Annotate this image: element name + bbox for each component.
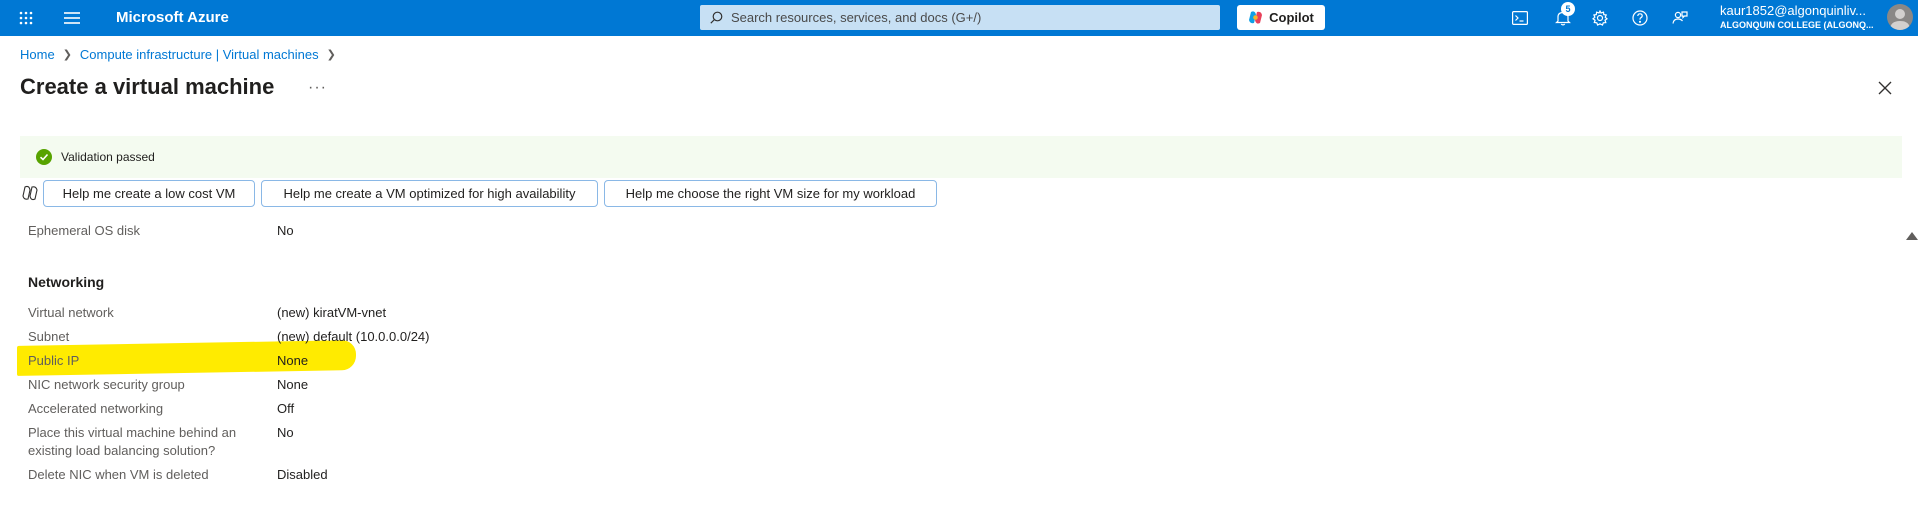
breadcrumb: Home ❯ Compute infrastructure | Virtual … xyxy=(20,47,336,62)
global-search[interactable] xyxy=(700,5,1220,30)
delete-nic-label: Delete NIC when VM is deleted xyxy=(28,467,209,482)
virtual-network-label: Virtual network xyxy=(28,305,114,320)
networking-section-title: Networking xyxy=(28,274,105,290)
cloud-shell-icon[interactable] xyxy=(1508,0,1532,36)
help-icon[interactable] xyxy=(1628,0,1652,36)
account-menu[interactable]: kaur1852@algonquinliv... ALGONQUIN COLLE… xyxy=(1720,3,1880,31)
chevron-right-icon: ❯ xyxy=(62,49,72,61)
page-title: Create a virtual machine xyxy=(20,74,275,99)
search-icon xyxy=(710,11,723,24)
accelerated-networking-label: Accelerated networking xyxy=(28,401,164,416)
copilot-prompt-icon xyxy=(21,184,39,202)
accelerated-networking-value: Off xyxy=(277,401,295,416)
validation-banner: Validation passed xyxy=(20,136,1902,178)
scrollbar-up-arrow-icon[interactable] xyxy=(1906,232,1918,240)
success-check-icon xyxy=(36,149,52,165)
chevron-right-icon: ❯ xyxy=(326,49,336,61)
feedback-icon[interactable] xyxy=(1668,0,1692,36)
load-balancer-label-line1: Place this virtual machine behind an xyxy=(28,425,237,440)
more-options-button[interactable]: ··· xyxy=(308,79,327,97)
load-balancer-label: Place this virtual machine behind an exi… xyxy=(28,424,236,460)
suggestion-low-cost-vm[interactable]: Help me create a low cost VM xyxy=(43,180,255,207)
breadcrumb-vm-link[interactable]: Compute infrastructure | Virtual machine… xyxy=(80,47,319,62)
subnet-label: Subnet xyxy=(28,329,70,344)
public-ip-label: Public IP xyxy=(28,353,80,368)
avatar[interactable] xyxy=(1887,4,1913,30)
suggestion-vm-size[interactable]: Help me choose the right VM size for my … xyxy=(604,180,937,207)
load-balancer-label-line2: existing load balancing solution? xyxy=(28,443,216,458)
azure-top-bar: Microsoft Azure Copilot 5 xyxy=(0,0,1918,36)
validation-message: Validation passed xyxy=(61,150,155,164)
close-icon[interactable] xyxy=(1875,78,1895,98)
public-ip-value: None xyxy=(277,353,309,368)
ephemeral-os-disk-label: Ephemeral OS disk xyxy=(28,223,140,238)
settings-gear-icon[interactable] xyxy=(1588,0,1612,36)
virtual-network-value: (new) kiratVM-vnet xyxy=(277,305,387,320)
copilot-label: Copilot xyxy=(1269,10,1314,25)
hamburger-menu-icon[interactable] xyxy=(60,0,84,36)
copilot-button[interactable]: Copilot xyxy=(1237,5,1325,30)
copilot-icon xyxy=(1249,11,1263,24)
notifications-button[interactable]: 5 xyxy=(1548,0,1578,36)
load-balancer-value: No xyxy=(277,425,294,440)
app-launcher-icon[interactable] xyxy=(14,0,38,36)
suggestion-high-availability-vm[interactable]: Help me create a VM optimized for high a… xyxy=(261,180,598,207)
account-username: kaur1852@algonquinliv... xyxy=(1720,3,1866,18)
subnet-value: (new) default (10.0.0.0/24) xyxy=(277,329,430,344)
delete-nic-value: Disabled xyxy=(277,467,328,482)
notification-count-badge: 5 xyxy=(1561,2,1575,16)
portal-brand[interactable]: Microsoft Azure xyxy=(116,0,229,36)
nic-nsg-value: None xyxy=(277,377,309,392)
ephemeral-os-disk-value: No xyxy=(277,223,294,238)
account-organization: ALGONQUIN COLLEGE (ALGONQ... xyxy=(1720,20,1874,30)
nic-nsg-label: NIC network security group xyxy=(28,377,185,392)
search-input[interactable] xyxy=(730,10,1220,25)
breadcrumb-home-link[interactable]: Home xyxy=(20,47,55,62)
